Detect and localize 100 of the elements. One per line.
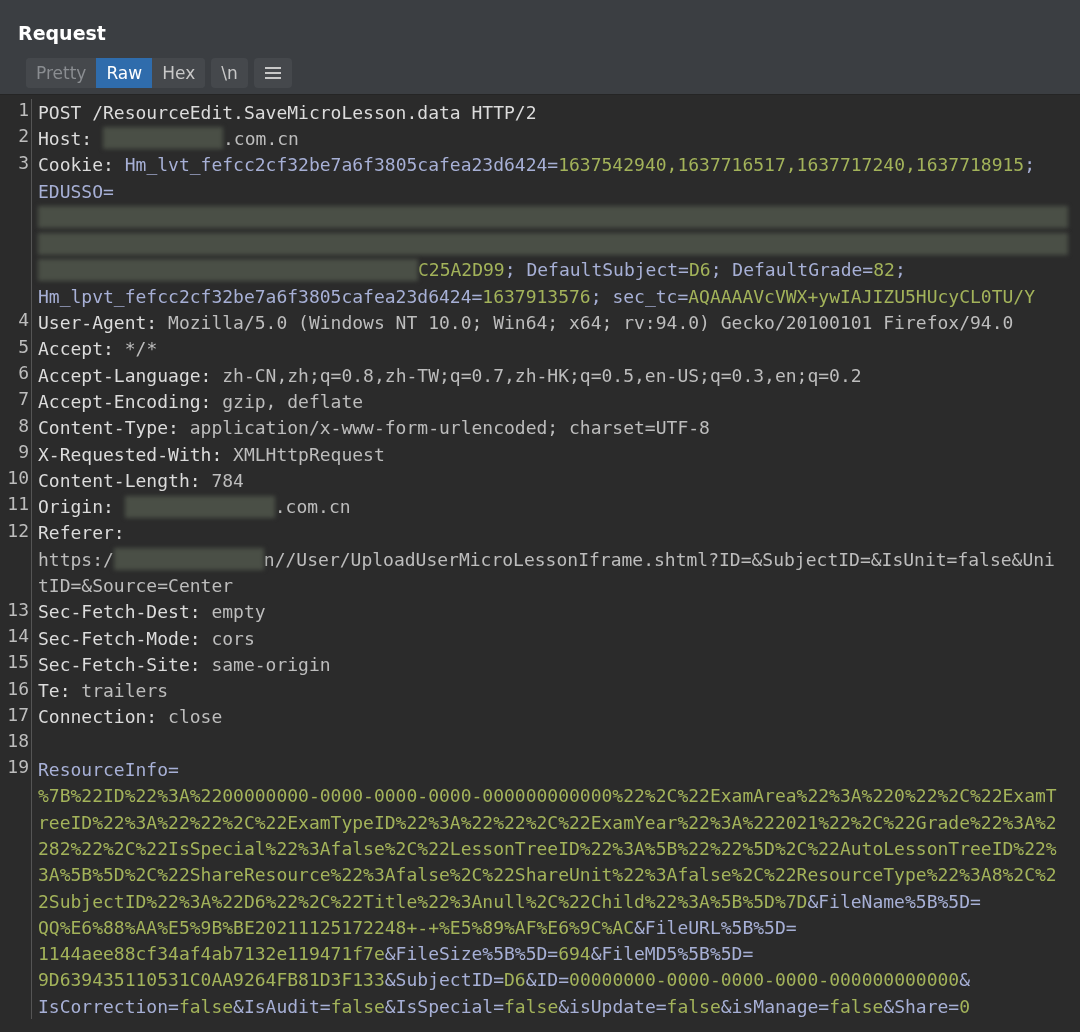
parameter-value: 9D639435110531C0AA9264FB81D3F133: [38, 969, 385, 991]
header-name: Accept-Encoding:: [38, 390, 213, 412]
parameter-name: &: [959, 969, 971, 991]
parameter-value: 694: [558, 943, 591, 965]
panel-title: Request: [18, 22, 107, 44]
line-number: 18: [7, 730, 29, 752]
parameter-name: EDUSSO=: [38, 180, 114, 202]
parameter-value: 82: [873, 259, 895, 281]
code-text: */*: [124, 338, 158, 360]
parameter-value: reeID%22%3A%22%22%2C%22ExamTypeID%22%3A%22%22%2C%22ExamYear%22%3A%222021%22%2C%22Grade%22%3A%2: [38, 811, 1057, 833]
line-number: 5: [18, 335, 29, 357]
parameter-name: &FileMD5%5B%5D=: [590, 943, 754, 965]
parameter-value: AQAAAAVcVWX+ywIAJIZU5HUcyCL0TU/Y: [688, 285, 1036, 307]
code-text: application/x-www-form-urlencoded; charset=UTF-8: [189, 417, 710, 439]
header-name: Sec-Fetch-Site:: [38, 653, 202, 675]
parameter-value: false: [330, 995, 385, 1017]
code-text: same-origin: [211, 653, 331, 675]
parameter-value: C25A2D99: [418, 259, 505, 281]
parameter-name: ;: [894, 259, 906, 281]
parameter-value: 00000000-0000-0000-0000-000000000000: [569, 969, 960, 991]
header-name: Te:: [38, 680, 72, 702]
header-name: Host:: [38, 127, 94, 149]
line-number: 4: [18, 309, 29, 331]
view-tab[interactable]: Raw: [96, 58, 153, 88]
parameter-name: ResourceInfo=: [38, 759, 179, 781]
parameter-value: %7B%22ID%22%3A%2200000000-0000-0000-0000-000000000000%22%2C%22ExamArea%22%3A%220%22%2C%22ExamT: [38, 785, 1057, 807]
line-number: 14: [7, 624, 29, 646]
line-number: 10: [7, 467, 29, 489]
header-name: Content-Type:: [38, 417, 180, 439]
code-text: trailers: [81, 680, 169, 702]
line-number: 6: [18, 361, 29, 383]
header-name: POST /ResourceEdit.SaveMicroLesson.data HTTP/2: [38, 101, 537, 123]
parameter-name: Hm_lvt_fefcc2cf32be7a6f3805cafea23d6424=: [124, 154, 559, 176]
parameter-value: QQ%E6%88%AA%E5%9B%BE20211125172248+-+%E5%89%AF%E6%9C%AC: [38, 916, 635, 938]
code-text: https:/: [38, 548, 114, 570]
parameter-name: &FileName%5B%5D=: [807, 890, 981, 912]
parameter-value: 3A%5B%5D%2C%22ShareResource%22%3Afalse%2C%22ShareUnit%22%3Afalse%2C%22ResourceType%22%3A8%2C%2: [38, 864, 1057, 886]
line-number: 9: [18, 440, 29, 462]
header-name: Content-Length:: [38, 469, 202, 491]
parameter-value: false: [666, 995, 721, 1017]
code-text: Mozilla/5.0 (Windows NT 10.0; Win64; x64; rv:94.0) Gecko/20100101 Firefox/94.0: [168, 312, 1014, 333]
parameter-name: &isManage=: [720, 995, 830, 1017]
code-text: tID=&Source=Center: [38, 575, 234, 596]
parameter-value: 1637542940,1637716517,1637717240,1637718915: [558, 154, 1025, 176]
line-number: 3: [18, 151, 29, 173]
header-name: Origin:: [38, 496, 115, 518]
code-text: close: [168, 706, 223, 728]
header-name: Referer:: [38, 522, 125, 544]
parameter-name: &isUpdate=: [558, 995, 667, 1017]
parameter-name: &FileSize%5B%5D=: [384, 943, 559, 965]
line-number: 15: [7, 651, 29, 673]
code-text: .com.cn: [274, 496, 351, 518]
line-number: 1: [18, 99, 29, 120]
menu-button[interactable]: [253, 58, 292, 88]
line-number: 16: [7, 677, 29, 699]
line-number: 8: [18, 414, 29, 436]
parameter-name: &IsAudit=: [233, 995, 331, 1017]
line-number: 12: [7, 519, 29, 541]
parameter-name: &ID=: [525, 969, 570, 991]
line-number: 2: [18, 125, 29, 147]
header-name: Accept-Language:: [38, 364, 213, 386]
line-number: 19: [7, 756, 29, 778]
code-text: zh-CN,zh;q=0.8,zh-TW;q=0.7,zh-HK;q=0.5,en-US;q=0.3,en;q=0.2: [222, 364, 862, 386]
parameter-value: false: [178, 995, 234, 1017]
header-name: Sec-Fetch-Mode:: [38, 627, 202, 649]
code-text: XMLHttpRequest: [233, 443, 385, 465]
parameter-value: false: [504, 995, 559, 1017]
code-text: n//User/UploadUserMicroLessonIframe.shtml?ID=&SubjectID=&IsUnit=false&Uni: [263, 548, 1055, 570]
parameter-value: 0: [959, 995, 971, 1017]
parameter-name: Hm_lpvt_fefcc2cf32be7a6f3805cafea23d6424=: [38, 285, 483, 307]
parameter-name: ; sec_tc=: [590, 285, 689, 307]
header-name: Accept:: [38, 338, 115, 360]
parameter-value: D6: [504, 969, 526, 991]
parameter-name: ;: [1024, 154, 1036, 176]
code-text: 784: [211, 469, 244, 491]
parameter-name: ; DefaultGrade=: [710, 259, 874, 281]
header-name: Sec-Fetch-Dest:: [38, 601, 202, 623]
line-number: 17: [7, 703, 29, 725]
line-number: 11: [7, 493, 29, 515]
parameter-name: ; DefaultSubject=: [504, 259, 689, 281]
header-name: X-Requested-With:: [38, 443, 224, 465]
parameter-value: 1144aee88cf34af4ab7132e119471f7e: [38, 943, 385, 965]
parameter-value: false: [829, 995, 884, 1017]
parameter-value: D6: [688, 259, 711, 281]
code-text: cors: [211, 627, 255, 649]
line-number: 13: [7, 598, 29, 620]
parameter-name: &Share=: [883, 995, 960, 1017]
menu-icon: [264, 66, 281, 80]
header-name: Connection:: [38, 706, 159, 728]
code-text: gzip, deflate: [222, 390, 364, 412]
header-name: User-Agent:: [38, 312, 159, 333]
code-text: empty: [211, 601, 266, 623]
parameter-name: &IsSpecial=: [384, 995, 505, 1017]
header-name: Cookie:: [38, 154, 115, 176]
parameter-value: 282%22%2C%22IsSpecial%22%3Afalse%2C%22LessonTreeID%22%3A%5B%22%22%5D%2C%22AutoLessonTreeID%22%: [38, 837, 1057, 859]
parameter-value: 2SubjectID%22%3A%22D6%22%2C%22Title%22%3Anull%2C%22Child%22%3A%5B%5D%7D: [38, 890, 808, 912]
newline-toggle[interactable]: \n: [211, 58, 248, 88]
code-text: .com.cn: [223, 127, 299, 149]
parameter-value: 1637913576: [482, 285, 591, 307]
parameter-name: &FileURL%5B%5D=: [634, 916, 797, 938]
